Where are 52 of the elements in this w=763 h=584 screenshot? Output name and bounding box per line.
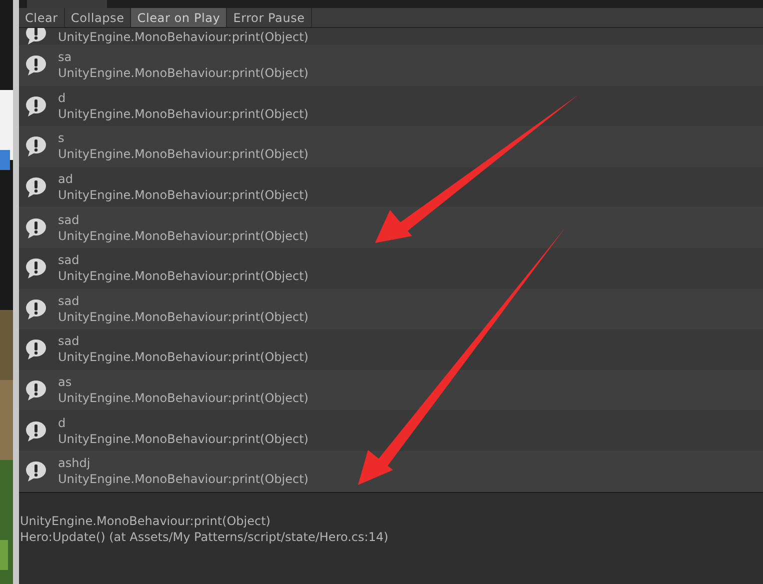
info-speech-bubble-icon xyxy=(25,460,47,482)
info-speech-bubble-icon xyxy=(25,338,47,360)
log-row[interactable]: ad UnityEngine.MonoBehaviour:print(Object) xyxy=(19,166,763,208)
log-stack: UnityEngine.MonoBehaviour:print(Object) xyxy=(58,349,308,366)
log-stack: UnityEngine.MonoBehaviour:print(Object) xyxy=(58,228,308,244)
toolbar-button[interactable]: Clear xyxy=(19,8,65,27)
log-stack: UnityEngine.MonoBehaviour:print(Object) xyxy=(58,430,308,447)
log-row[interactable]: ashdj UnityEngine.MonoBehaviour:print(Object) xyxy=(19,450,763,492)
log-message: s xyxy=(58,130,66,146)
info-speech-bubble-icon xyxy=(25,135,47,158)
log-row[interactable]: s UnityEngine.MonoBehaviour:print(Object) xyxy=(19,126,763,167)
log-stack: UnityEngine.MonoBehaviour:print(Object) xyxy=(58,308,308,325)
log-message: ashdj xyxy=(58,455,92,472)
log-row[interactable]: sad UnityEngine.MonoBehaviour:print(Object) xyxy=(19,207,763,248)
log-message: d xyxy=(58,90,67,106)
log-stack: UnityEngine.MonoBehaviour:print(Object) xyxy=(58,30,308,45)
log-row[interactable]: sa UnityEngine.MonoBehaviour:print(Object) xyxy=(19,45,763,86)
log-message: sad xyxy=(58,252,80,268)
log-message: as xyxy=(58,374,73,390)
log-row[interactable]: as UnityEngine.MonoBehaviour:print(Object) xyxy=(19,370,763,410)
info-speech-bubble-icon xyxy=(25,379,47,402)
log-message: sa xyxy=(58,49,73,66)
window-tab[interactable] xyxy=(27,0,107,8)
info-speech-bubble-icon xyxy=(25,298,47,320)
log-row[interactable]: UnityEngine.MonoBehaviour:print(Object) xyxy=(19,28,763,45)
log-message: d xyxy=(58,414,67,431)
log-stack: UnityEngine.MonoBehaviour:print(Object) xyxy=(58,471,308,488)
info-speech-bubble-icon xyxy=(25,176,47,198)
detail-line: UnityEngine.MonoBehaviour:print(Object) xyxy=(20,512,272,529)
log-message: ad xyxy=(58,171,74,188)
log-row[interactable]: d UnityEngine.MonoBehaviour:print(Object) xyxy=(19,86,763,126)
log-stack: UnityEngine.MonoBehaviour:print(Object) xyxy=(58,390,308,406)
log-row[interactable]: d UnityEngine.MonoBehaviour:print(Object) xyxy=(19,410,763,451)
detail-line: Hero:Update() (at Assets/My Patterns/script/state/Hero.cs:14) xyxy=(20,528,390,545)
toolbar-button[interactable]: Error Pause xyxy=(227,8,312,27)
log-message: sad xyxy=(58,333,80,350)
info-speech-bubble-icon xyxy=(25,54,47,76)
info-speech-bubble-icon xyxy=(25,216,47,239)
log-stack: UnityEngine.MonoBehaviour:print(Object) xyxy=(58,268,308,284)
info-speech-bubble-icon xyxy=(25,257,47,280)
log-stack: UnityEngine.MonoBehaviour:print(Object) xyxy=(58,146,308,162)
log-row[interactable]: sad UnityEngine.MonoBehaviour:print(Object) xyxy=(19,248,763,289)
log-stack: UnityEngine.MonoBehaviour:print(Object) xyxy=(58,65,308,82)
log-row[interactable]: sad UnityEngine.MonoBehaviour:print(Object) xyxy=(19,288,763,330)
log-message: sad xyxy=(58,292,80,309)
log-stack: UnityEngine.MonoBehaviour:print(Object) xyxy=(58,106,308,122)
info-speech-bubble-icon xyxy=(25,94,47,117)
info-speech-bubble-icon xyxy=(25,420,47,442)
log-message: sad xyxy=(58,212,80,228)
log-stack: UnityEngine.MonoBehaviour:print(Object) xyxy=(58,187,308,204)
log-row[interactable]: sad UnityEngine.MonoBehaviour:print(Object) xyxy=(19,329,763,370)
toolbar-button[interactable]: Clear on Play xyxy=(131,8,228,27)
